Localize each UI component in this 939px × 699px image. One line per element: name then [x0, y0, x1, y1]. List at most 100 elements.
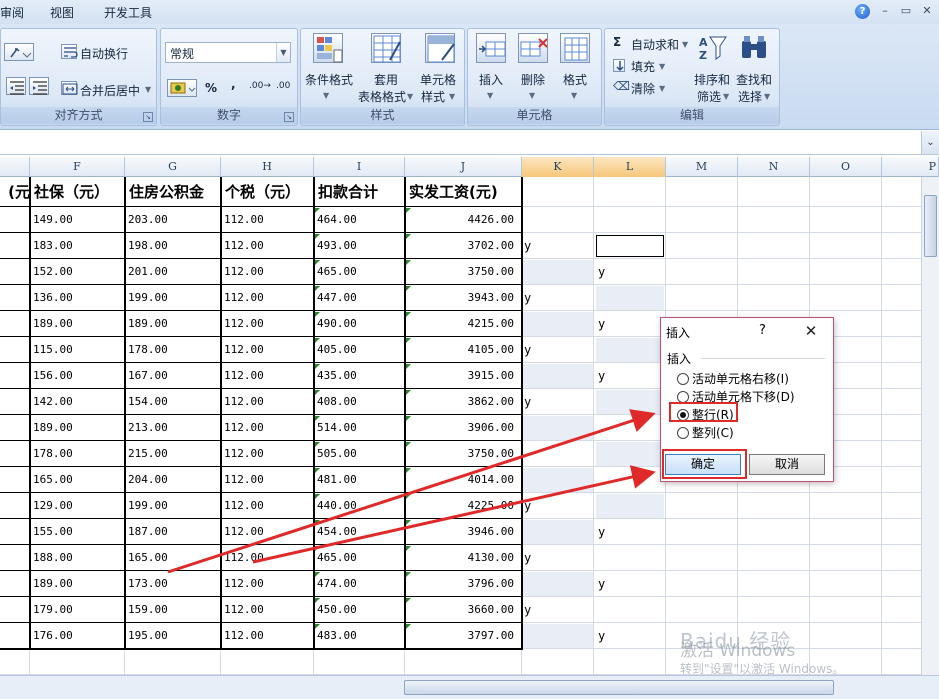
table-cell[interactable]: 3796.00 [405, 571, 522, 597]
column-header-k[interactable]: K [522, 157, 594, 177]
table-cell[interactable]: 136.00 [30, 285, 125, 311]
chevron-down-icon[interactable]: ▼ [323, 91, 329, 100]
table-cell[interactable]: 450.00 [314, 597, 405, 623]
horizontal-scrollbar[interactable] [0, 675, 939, 699]
radio-entire-column[interactable] [677, 427, 689, 439]
increase-indent-icon[interactable] [29, 77, 49, 95]
table-cell[interactable]: 483.00 [314, 623, 405, 649]
close-window-button[interactable]: ✕ [918, 3, 936, 19]
table-cell[interactable]: 201.00 [125, 259, 221, 285]
find-select-label-1[interactable]: 查找和 [736, 71, 772, 88]
format-table-label-1[interactable]: 套用 [374, 71, 398, 88]
chevron-down-icon[interactable]: ▼ [145, 85, 151, 94]
table-cell[interactable]: 505.00 [314, 441, 405, 467]
table-cell[interactable]: 4130.00 [405, 545, 522, 571]
horizontal-scroll-thumb[interactable] [404, 680, 834, 695]
chevron-double-down-icon[interactable]: ⌄ [921, 131, 939, 154]
column-header-p[interactable]: P [882, 157, 939, 177]
table-cell[interactable]: 112.00 [221, 441, 314, 467]
table-header-cell[interactable]: 社保（元） [30, 177, 125, 207]
table-cell[interactable]: 112.00 [221, 415, 314, 441]
active-cell[interactable] [596, 235, 664, 257]
vertical-scroll-thumb[interactable] [924, 195, 937, 257]
table-cell[interactable]: 154.00 [125, 389, 221, 415]
table-cell[interactable]: 493.00 [314, 233, 405, 259]
format-table-button[interactable]: 表格格式 [358, 88, 406, 105]
help-icon[interactable]: ? [759, 323, 766, 338]
table-cell[interactable]: 112.00 [221, 337, 314, 363]
table-cell[interactable]: 474.00 [314, 571, 405, 597]
chevron-down-icon[interactable]: ▼ [276, 43, 290, 62]
table-cell[interactable]: 198.00 [125, 233, 221, 259]
table-cell[interactable]: 189.00 [30, 415, 125, 441]
table-cell[interactable]: 129.00 [30, 493, 125, 519]
delete-button[interactable]: 删除 [521, 71, 545, 88]
increase-decimal-button[interactable]: .00→ [249, 81, 271, 91]
cell-l-mark[interactable]: y [598, 525, 605, 539]
table-cell[interactable]: 3797.00 [405, 623, 522, 649]
autosum-button[interactable]: 自动求和 [631, 36, 679, 53]
table-cell[interactable]: 405.00 [314, 337, 405, 363]
option-entire-column[interactable]: 整列(C) [677, 424, 734, 441]
table-cell[interactable]: 3915.00 [405, 363, 522, 389]
table-header-cell[interactable]: 住房公积金 [125, 177, 221, 207]
table-cell[interactable]: 408.00 [314, 389, 405, 415]
chevron-down-icon[interactable]: ▼ [764, 92, 770, 101]
table-cell[interactable]: 4225.00 [405, 493, 522, 519]
table-cell[interactable]: 159.00 [125, 597, 221, 623]
cell-k-mark[interactable]: y [524, 551, 531, 565]
column-header-f[interactable]: F [30, 157, 125, 177]
table-cell[interactable]: 156.00 [30, 363, 125, 389]
chevron-down-icon[interactable]: ▼ [529, 91, 535, 100]
currency-format-icon[interactable] [167, 79, 197, 97]
cell-l-mark[interactable]: y [598, 629, 605, 643]
decrease-decimal-button[interactable]: .00 [276, 81, 290, 91]
chevron-down-icon[interactable]: ▼ [407, 92, 413, 101]
conditional-format-button[interactable]: 条件格式 [305, 71, 353, 88]
minimize-button[interactable]: – [876, 3, 894, 19]
table-cell[interactable]: 176.00 [30, 623, 125, 649]
table-cell[interactable]: 112.00 [221, 597, 314, 623]
chevron-down-icon[interactable]: ▼ [723, 92, 729, 101]
table-cell[interactable]: 112.00 [221, 207, 314, 233]
table-cell[interactable]: 3946.00 [405, 519, 522, 545]
column-header-l[interactable]: L [594, 157, 666, 177]
column-header-j[interactable]: J [405, 157, 522, 177]
table-cell[interactable]: 3702.00 [405, 233, 522, 259]
cell-k-mark[interactable]: y [524, 395, 531, 409]
insert-button[interactable]: 插入 [479, 71, 503, 88]
table-header-cell[interactable]: 实发工资(元) [405, 177, 522, 207]
cell-style-button[interactable]: 样式 [421, 88, 445, 105]
table-header-cell[interactable]: 扣款合计 [314, 177, 405, 207]
restore-button[interactable]: ▭ [897, 3, 915, 19]
menu-developer[interactable]: 开发工具 [104, 4, 152, 21]
column-header-i[interactable]: I [314, 157, 405, 177]
table-cell[interactable]: 4215.00 [405, 311, 522, 337]
table-header-cell[interactable]: 个税（元） [221, 177, 314, 207]
table-cell[interactable]: 112.00 [221, 623, 314, 649]
table-cell[interactable]: 447.00 [314, 285, 405, 311]
option-shift-right[interactable]: 活动单元格右移(I) [677, 370, 789, 387]
comma-button[interactable]: , [231, 77, 236, 91]
table-cell[interactable]: 3862.00 [405, 389, 522, 415]
table-cell[interactable]: 3750.00 [405, 259, 522, 285]
table-cell[interactable]: 465.00 [314, 259, 405, 285]
chevron-down-icon[interactable]: ▼ [571, 91, 577, 100]
table-cell[interactable]: 165.00 [125, 545, 221, 571]
dialog-launcher-icon[interactable]: ↘ [143, 112, 153, 122]
sort-filter-label-1[interactable]: 排序和 [694, 71, 730, 88]
table-cell[interactable]: 4105.00 [405, 337, 522, 363]
chevron-down-icon[interactable]: ▼ [487, 91, 493, 100]
table-cell[interactable]: 178.00 [125, 337, 221, 363]
cancel-button[interactable]: 取消 [749, 454, 825, 475]
radio-shift-right[interactable] [677, 373, 689, 385]
table-cell[interactable]: 213.00 [125, 415, 221, 441]
cell-l-mark[interactable]: y [598, 265, 605, 279]
column-header-m[interactable]: M [666, 157, 738, 177]
table-cell[interactable]: 195.00 [125, 623, 221, 649]
fill-button[interactable]: 填充 [631, 58, 655, 75]
cell-k-mark[interactable]: y [524, 499, 531, 513]
close-icon[interactable]: ✕ [801, 322, 821, 340]
table-cell[interactable]: 4426.00 [405, 207, 522, 233]
cell-style-label-1[interactable]: 单元格 [420, 71, 456, 88]
